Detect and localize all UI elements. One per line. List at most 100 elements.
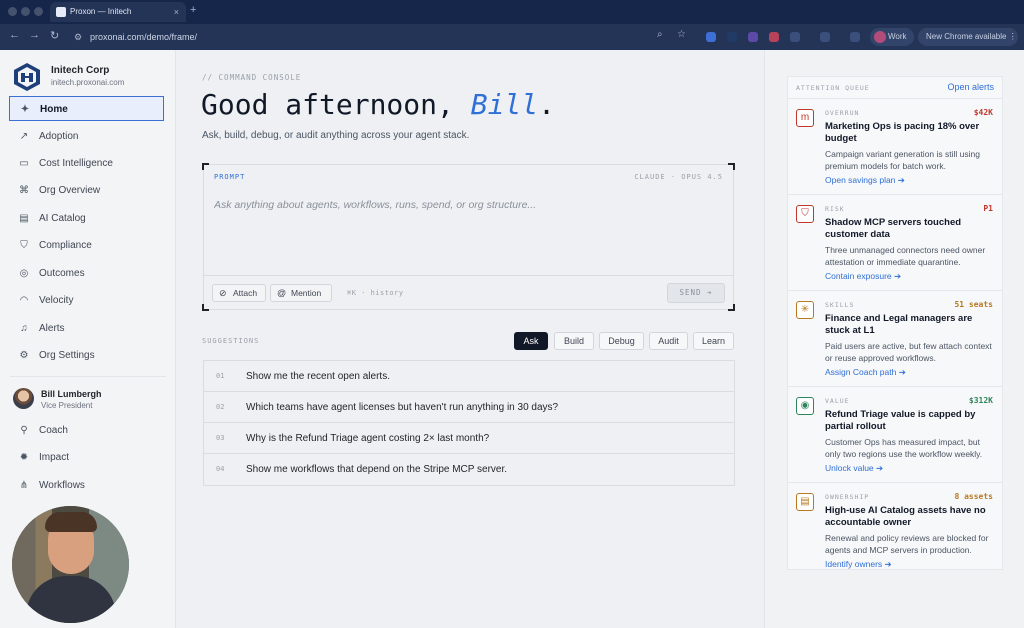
paperclip-icon: ⊘	[219, 288, 227, 298]
chip-build[interactable]: Build	[554, 332, 594, 350]
chip-learn[interactable]: Learn	[693, 332, 734, 350]
extension-icon[interactable]	[748, 32, 758, 42]
queue-card-action-link[interactable]: Assign Coach path ➔	[825, 367, 906, 378]
queue-card-action-link[interactable]: Contain exposure ➔	[825, 271, 901, 282]
sidebar-item-workflows[interactable]: ⋔ Workflows	[9, 473, 164, 498]
back-arrow-icon[interactable]: ←	[9, 29, 20, 41]
queue-card-action-link[interactable]: Identify owners ➔	[825, 559, 892, 570]
user-role: Vice President	[41, 401, 93, 410]
sidebar-item-label: Org Settings	[39, 350, 95, 361]
extension-icon[interactable]	[850, 32, 860, 42]
section-eyebrow: // COMMAND CONSOLE	[202, 73, 302, 82]
queue-card-value: $42K	[973, 108, 993, 117]
sidebar-item-compliance[interactable]: ⛉ Compliance	[9, 233, 164, 258]
org-logo-icon	[14, 63, 40, 91]
sidebar-item-adoption[interactable]: ↗ Adoption	[9, 124, 164, 149]
sidebar-item-outcomes[interactable]: ◎ Outcomes	[9, 261, 164, 286]
history-shortcut-hint: ⌘K · history	[347, 289, 404, 297]
browser-tab[interactable]: Proxon — Initech ×	[50, 2, 186, 22]
window-close-button[interactable]	[8, 7, 17, 16]
sidebar-item-home[interactable]: ✦ Home	[9, 96, 164, 121]
window-minimize-button[interactable]	[21, 7, 30, 16]
sidebar-item-label: Alerts	[39, 323, 65, 334]
queue-card-description: Customer Ops has measured impact, but on…	[825, 437, 983, 459]
queue-card-tag: VALUE	[825, 397, 850, 405]
tab-close-icon[interactable]: ×	[174, 2, 179, 22]
prompt-input[interactable]	[214, 199, 714, 211]
suggestion-number: 02	[216, 403, 225, 411]
sidebar-item-ai-catalog[interactable]: ▤ AI Catalog	[9, 206, 164, 231]
site-settings-icon[interactable]: ⚙	[74, 28, 82, 46]
avatar[interactable]	[13, 388, 34, 409]
main-content: // COMMAND CONSOLE Good afternoon, Bill.…	[176, 50, 764, 628]
app-page: Initech Corp initech.proxonai.com ✦ Home…	[0, 50, 1024, 628]
queue-card-title: Refund Triage value is capped by partial…	[825, 409, 976, 432]
chip-debug[interactable]: Debug	[599, 332, 644, 350]
prompt-divider	[204, 275, 733, 276]
sidebar-item-velocity[interactable]: ◠ Velocity	[9, 288, 164, 313]
queue-card-description: Paid users are active, but few attach co…	[825, 341, 992, 363]
reload-icon[interactable]: ↻	[50, 29, 59, 42]
queue-card-tag: OWNERSHIP	[825, 493, 870, 501]
extension-icon[interactable]	[769, 32, 779, 42]
profile-button[interactable]: Work	[870, 28, 914, 46]
send-button[interactable]: SEND ➔	[667, 283, 725, 303]
shield-icon: ⛉	[20, 240, 28, 251]
queue-card-action-link[interactable]: Open savings plan ➔	[825, 175, 905, 186]
chip-audit[interactable]: Audit	[649, 332, 688, 350]
skills-icon: ✳	[796, 301, 814, 319]
queue-card[interactable]: m OVERRUN $42K Marketing Ops is pacing 18% …	[788, 98, 1002, 194]
sidebar-item-label: Org Overview	[39, 185, 101, 196]
queue-card[interactable]: ◉ VALUE $312K Refund Triage value is capped…	[788, 386, 1002, 482]
sidebar-item-coach[interactable]: ⚲ Coach	[9, 418, 164, 443]
sidebar-item-cost-intelligence[interactable]: ▭ Cost Intelligence	[9, 151, 164, 176]
queue-card[interactable]: ⛉ RISK P1 Shadow MCP servers touched custom…	[788, 194, 1002, 290]
sidebar-item-label: Adoption	[39, 131, 79, 142]
prompt-label: PROMPT	[214, 173, 246, 181]
sidebar-item-label: Coach	[39, 425, 68, 436]
forward-arrow-icon[interactable]: →	[29, 29, 40, 41]
sidebar-item-alerts[interactable]: ♫ Alerts	[9, 316, 164, 341]
attach-label: Attach	[233, 288, 258, 298]
gauge-icon: ◠	[19, 295, 29, 306]
open-alerts-link[interactable]: Open alerts	[947, 82, 994, 92]
queue-title: ATTENTION QUEUE	[796, 84, 870, 92]
sidebar-item-label: Workflows	[39, 480, 85, 491]
suggestion-text: Why is the Refund Triage agent costing 2…	[246, 433, 490, 444]
extension-icon[interactable]	[706, 32, 716, 42]
queue-card-action-link[interactable]: Unlock value ➔	[825, 463, 883, 474]
sidebar-item-impact[interactable]: ✹ Impact	[9, 445, 164, 470]
mention-button[interactable]: @ Mention	[270, 284, 332, 302]
sidebar-item-org-settings[interactable]: ⚙ Org Settings	[9, 343, 164, 368]
sidebar-item-label: Velocity	[39, 295, 74, 306]
suggestion-row[interactable]: 04 Show me workflows that depend on the …	[204, 454, 734, 485]
window-maximize-button[interactable]	[34, 7, 43, 16]
person-icon: ⚲	[20, 425, 28, 436]
update-button[interactable]: New Chrome available ⋮	[918, 28, 1018, 46]
suggestion-row[interactable]: 02 Which teams have agent licenses but h…	[204, 392, 734, 423]
queue-card[interactable]: ✳ SKILLS 51 seats Finance and Legal manager…	[788, 290, 1002, 386]
catalog-icon: ▤	[19, 213, 29, 224]
suggestion-row[interactable]: 03 Why is the Refund Triage agent costin…	[204, 423, 734, 454]
suggestion-number: 04	[216, 465, 225, 473]
attach-button[interactable]: ⊘ Attach	[212, 284, 266, 302]
ownership-icon: ▤	[796, 493, 814, 511]
queue-card-title: High-use AI Catalog assets have no accou…	[825, 505, 986, 528]
queue-card-value: 51 seats	[954, 300, 993, 309]
sidepanel-icon[interactable]	[820, 32, 830, 42]
address-bar[interactable]: ⚙ proxonai.com/demo/frame/	[68, 28, 690, 46]
queue-card[interactable]: ▤ OWNERSHIP 8 assets High-use AI Catalog as…	[788, 482, 1002, 578]
bookmark-star-icon[interactable]: ☆	[677, 29, 686, 40]
sidebar-item-org-overview[interactable]: ⌘ Org Overview	[9, 178, 164, 203]
suggestion-row[interactable]: 01 Show me the recent open alerts.	[204, 361, 734, 392]
new-tab-button[interactable]: +	[190, 4, 196, 16]
extension-icon[interactable]	[727, 32, 737, 42]
queue-card-value: $312K	[968, 396, 993, 405]
greeting-name: Bill	[470, 88, 539, 121]
extension-icon[interactable]	[790, 32, 800, 42]
sidebar-item-label: Home	[40, 104, 68, 115]
zoom-icon[interactable]: ⌕	[657, 29, 663, 40]
queue-card-value: 8 assets	[954, 492, 993, 501]
chip-ask[interactable]: Ask	[514, 332, 548, 350]
sidebar-item-label: Cost Intelligence	[39, 158, 113, 169]
